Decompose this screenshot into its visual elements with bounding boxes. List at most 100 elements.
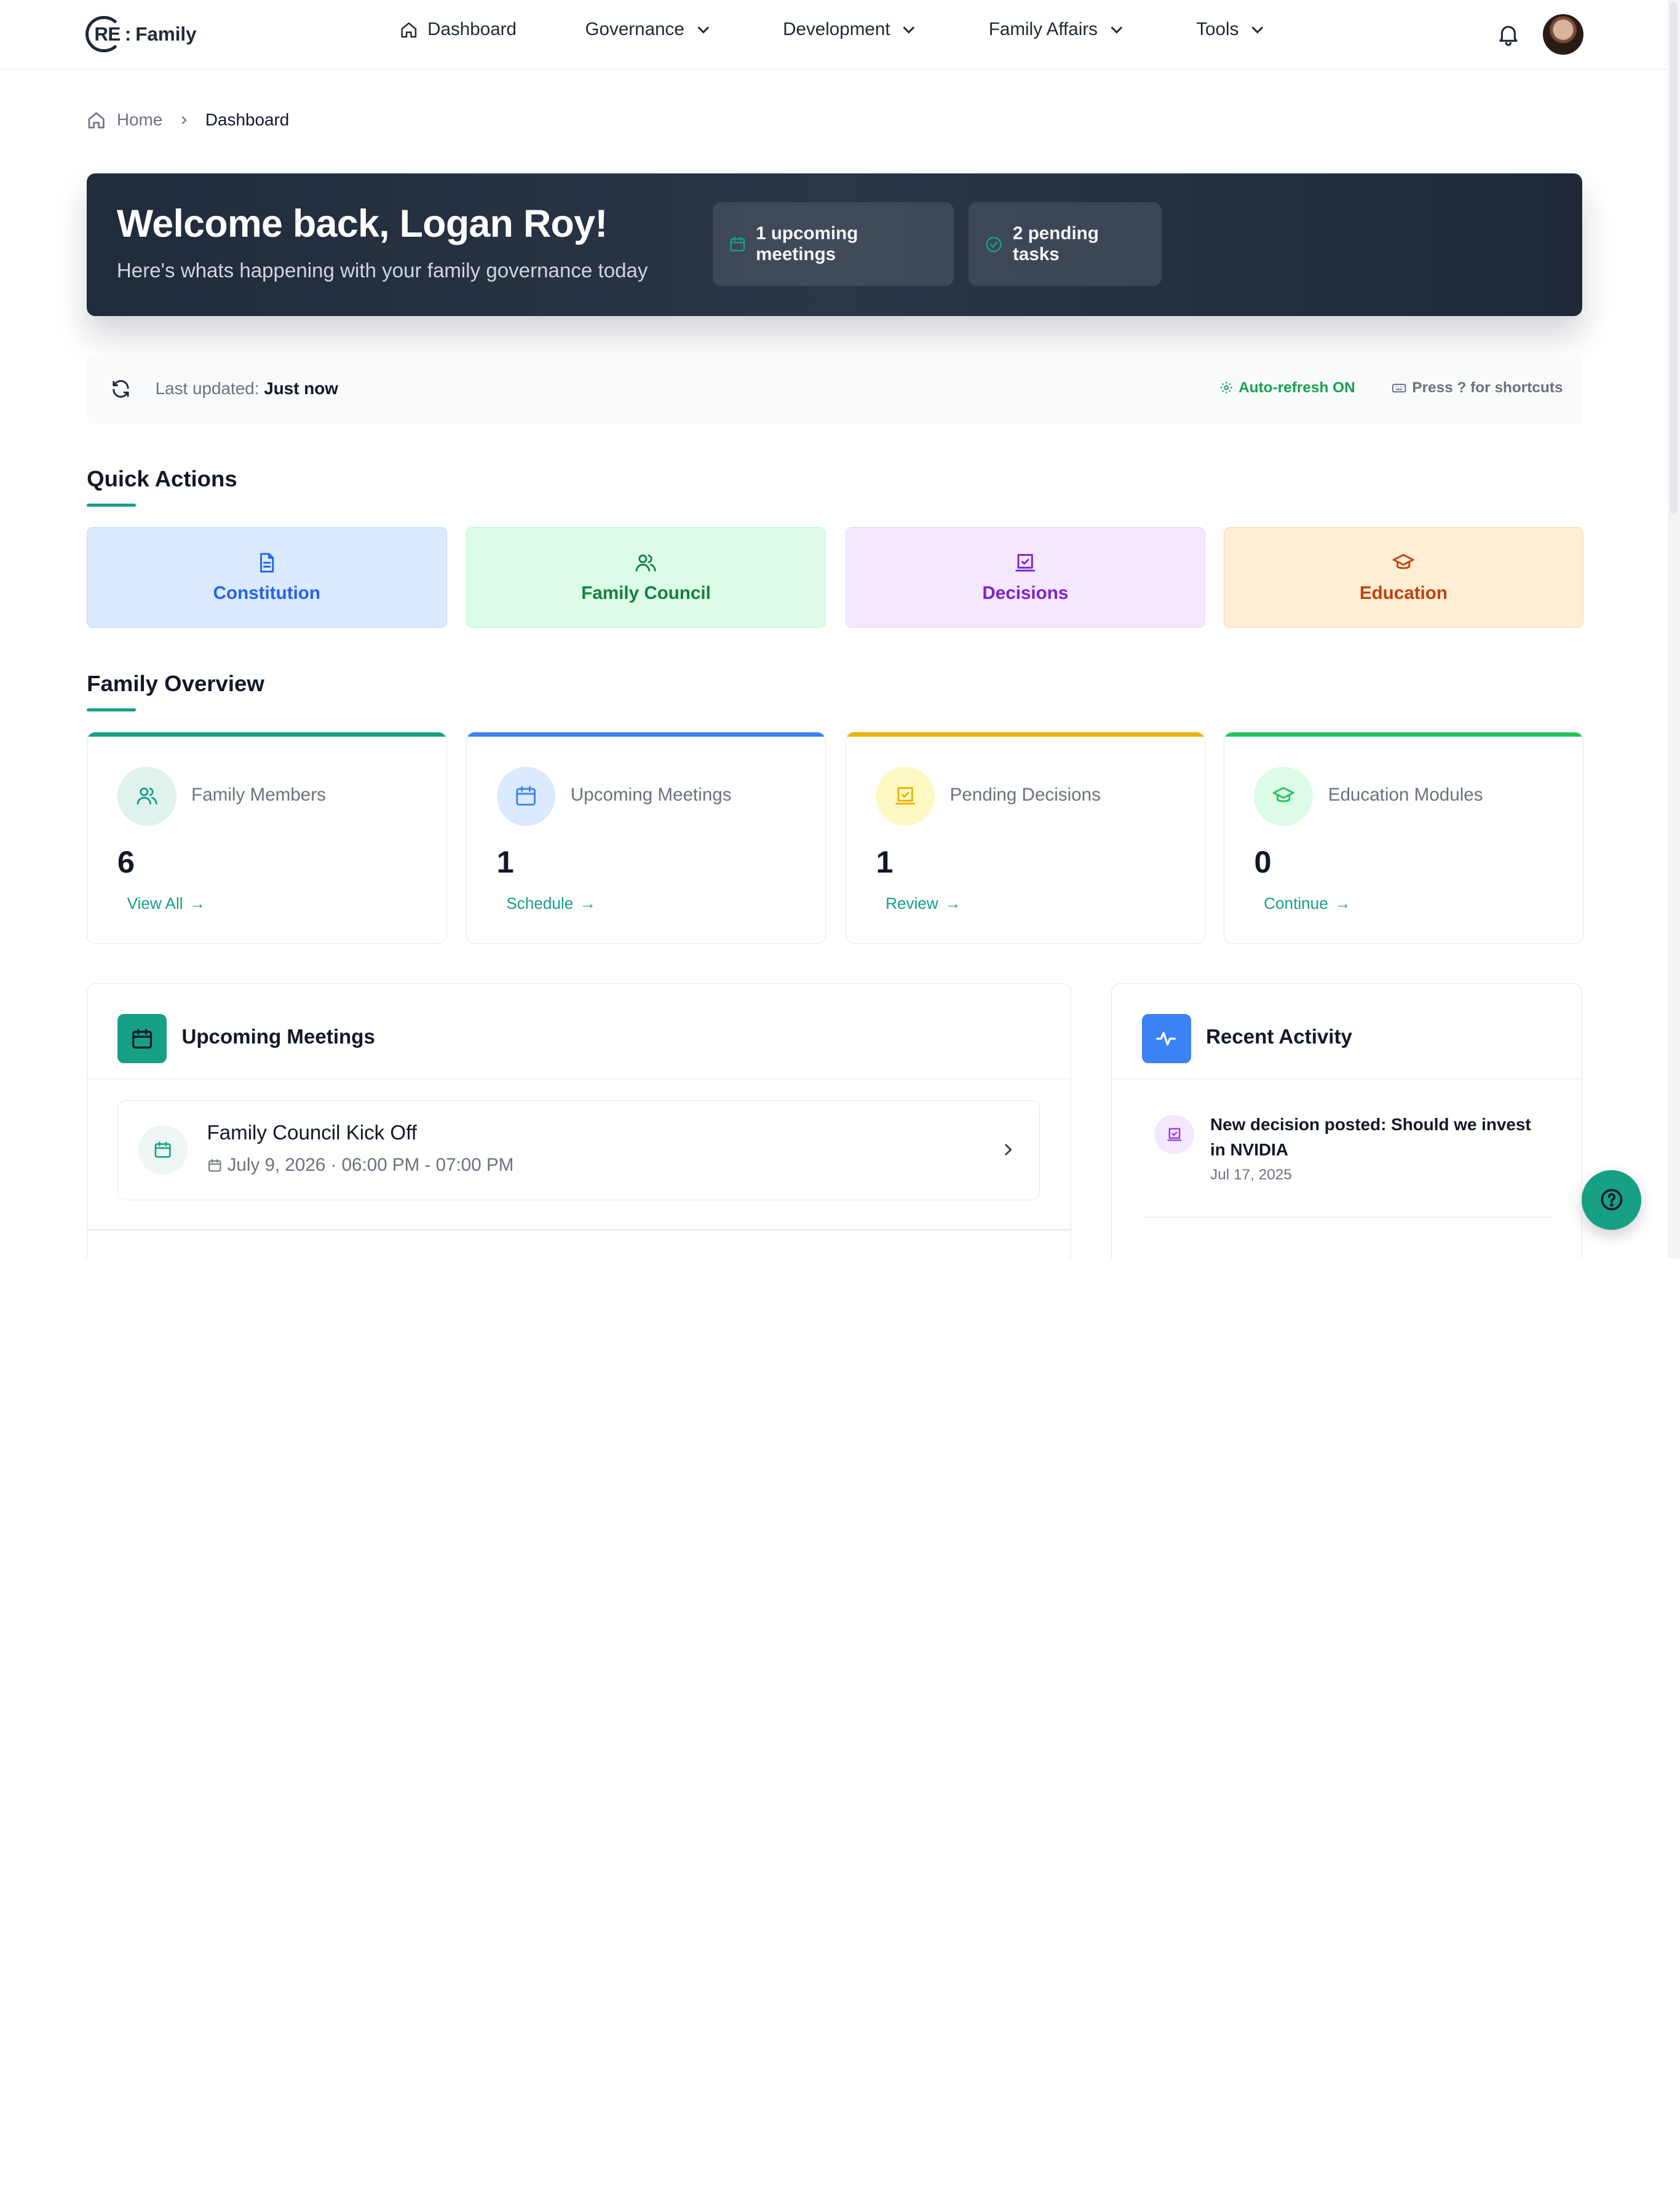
quick-actions-title: Quick Actions	[87, 465, 237, 491]
auto-refresh-toggle[interactable]: Auto-refresh ON	[1219, 379, 1355, 397]
quick-action-decisions[interactable]: Decisions	[845, 527, 1206, 628]
last-updated-value: Just now	[264, 379, 338, 398]
document-icon	[260, 553, 274, 572]
scrollbar[interactable]	[1668, 0, 1680, 1259]
quick-action-label: Education	[1359, 583, 1448, 604]
graduation-cap-icon	[1392, 553, 1414, 569]
meeting-item[interactable]: Family Council Kick Off July 9, 2026 · 0…	[117, 1099, 1040, 1201]
nav-governance-label: Governance	[585, 19, 684, 40]
home-icon	[88, 112, 105, 129]
users-icon	[137, 788, 157, 805]
family-overview-title: Family Overview	[87, 670, 264, 696]
welcome-title: Welcome back, Logan Roy!	[116, 202, 608, 245]
overview-card-value: 1	[496, 844, 514, 880]
nav-family-affairs-label: Family Affairs	[988, 19, 1098, 40]
chevron-down-icon	[1251, 26, 1263, 34]
arrow-right-icon: →	[945, 894, 961, 913]
auto-refresh-label: Auto-refresh ON	[1238, 379, 1355, 396]
overview-card-upcoming-meetings: Upcoming Meetings 1 Schedule →	[466, 731, 826, 944]
pending-tasks-pill[interactable]: 2 pending tasks	[969, 202, 1162, 287]
shortcuts-label: Press ? for shortcuts	[1412, 379, 1563, 396]
nav-dashboard-label: Dashboard	[427, 19, 517, 40]
quick-action-education[interactable]: Education	[1223, 527, 1584, 628]
vote-icon	[1015, 553, 1036, 572]
pending-tasks-pill-label: 2 pending tasks	[1013, 223, 1099, 265]
divider	[1141, 1216, 1553, 1218]
calendar-icon	[155, 1141, 172, 1158]
vote-icon	[1167, 1128, 1182, 1141]
overview-card-value: 1	[876, 844, 893, 880]
nav-family-affairs[interactable]: Family Affairs	[989, 19, 1125, 40]
calendar-icon	[208, 1159, 221, 1172]
meeting-icon	[138, 1125, 188, 1174]
panel-icon	[1141, 1014, 1191, 1064]
activity-date: Jul 17, 2025	[1210, 1166, 1292, 1183]
overview-card-value: 0	[1254, 844, 1272, 880]
welcome-subtitle: Here's whats happening with your family …	[116, 259, 648, 282]
quick-action-label: Family Council	[581, 583, 711, 604]
app-root: RE : Family Dashboard Governance Develop…	[0, 0, 1680, 1259]
activity-text: New decision posted: Should we invest in…	[1210, 1115, 1531, 1159]
section-underline	[87, 503, 137, 507]
meeting-time: July 9, 2026 · 06:00 PM - 07:00 PM	[207, 1155, 513, 1176]
chevron-right-icon	[181, 116, 187, 124]
main-nav: Dashboard Governance Development Family …	[400, 19, 1267, 40]
overview-card-label: Education Modules	[1328, 785, 1483, 806]
users-icon	[635, 554, 657, 572]
chevron-down-icon	[697, 26, 709, 34]
panel-icon	[117, 1014, 167, 1064]
nav-development[interactable]: Development	[783, 19, 918, 40]
top-navigation-bar: RE : Family Dashboard Governance Develop…	[0, 0, 1668, 70]
help-button[interactable]	[1581, 1170, 1642, 1230]
quick-action-label: Decisions	[982, 583, 1069, 604]
overview-card-pending-decisions: Pending Decisions 1 Review →	[845, 731, 1206, 944]
refresh-icon[interactable]	[110, 378, 132, 400]
nav-tools-label: Tools	[1196, 19, 1239, 40]
overview-card-label: Family Members	[191, 785, 326, 806]
review-link[interactable]: Review →	[886, 894, 961, 913]
overview-card-education-modules: Education Modules 0 Continue →	[1223, 731, 1584, 944]
upcoming-meetings-pill-label: 1 upcoming meetings	[756, 223, 858, 265]
upcoming-meetings-pill[interactable]: 1 upcoming meetings	[712, 202, 954, 287]
meeting-title: Family Council Kick Off	[207, 1122, 417, 1145]
last-updated: Last updated: Just now	[155, 379, 338, 398]
calendar-icon	[132, 1029, 152, 1049]
quick-action-label: Constitution	[213, 583, 320, 604]
keyboard-icon	[1392, 383, 1406, 392]
nav-tools[interactable]: Tools	[1196, 19, 1266, 40]
section-underline	[87, 708, 137, 711]
question-circle-icon	[1600, 1189, 1622, 1211]
overview-card-value: 6	[117, 844, 135, 880]
calendar-icon	[516, 786, 536, 806]
chevron-right-icon	[1005, 1144, 1012, 1155]
graduation-cap-icon	[1272, 787, 1294, 802]
schedule-link[interactable]: Schedule →	[506, 894, 596, 913]
vote-icon	[895, 787, 916, 805]
home-icon	[401, 22, 417, 38]
gear-icon	[1220, 382, 1232, 394]
breadcrumb: Home Dashboard	[87, 110, 289, 130]
breadcrumb-current: Dashboard	[205, 110, 290, 130]
breadcrumb-home[interactable]: Home	[117, 110, 162, 130]
overview-card-label: Pending Decisions	[949, 785, 1101, 806]
activity-icon	[1154, 1114, 1194, 1155]
arrow-right-icon: →	[189, 894, 206, 913]
shortcuts-hint[interactable]: Press ? for shortcuts	[1392, 379, 1563, 397]
brand-logo[interactable]: RE : Family	[85, 15, 197, 53]
user-avatar[interactable]	[1542, 14, 1584, 55]
nav-governance[interactable]: Governance	[585, 19, 713, 40]
scrollbar-thumb[interactable]	[1670, 2, 1678, 515]
overview-card-label: Upcoming Meetings	[570, 785, 732, 806]
quick-action-constitution[interactable]: Constitution	[87, 527, 447, 628]
nav-dashboard[interactable]: Dashboard	[400, 19, 517, 40]
arrow-right-icon: →	[1334, 894, 1351, 913]
upcoming-meetings-panel: Upcoming Meetings Family Council Kick Of…	[87, 983, 1072, 1259]
calendar-icon	[730, 237, 745, 252]
bell-icon[interactable]	[1496, 22, 1521, 47]
activity-pulse-icon	[1156, 1032, 1176, 1046]
welcome-banner: Welcome back, Logan Roy! Here's whats ha…	[87, 173, 1583, 316]
quick-action-family-council[interactable]: Family Council	[466, 527, 826, 628]
continue-link[interactable]: Continue →	[1264, 894, 1350, 913]
upcoming-meetings-panel-title: Upcoming Meetings	[181, 1026, 375, 1049]
view-all-link[interactable]: View All →	[127, 894, 206, 913]
